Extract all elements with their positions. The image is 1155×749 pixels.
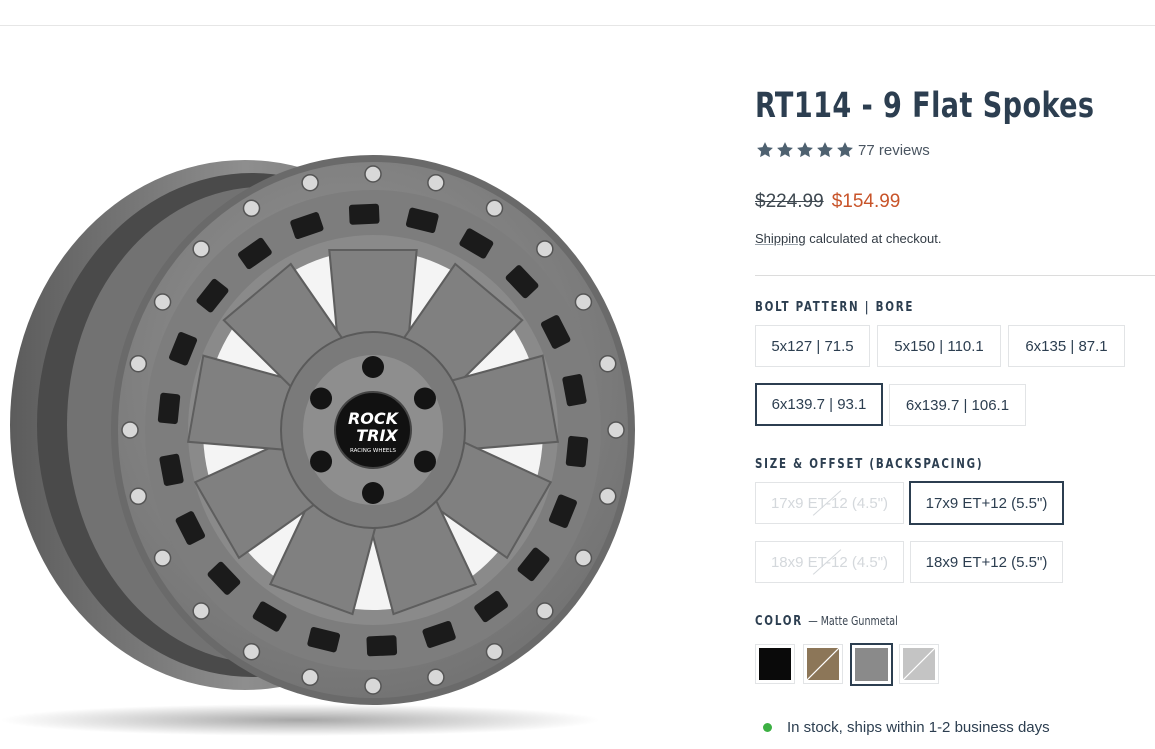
size-option-0[interactable]: 17x9 ET-12 (4.5") [755, 482, 904, 524]
color-swatch-black[interactable] [755, 644, 795, 684]
stock-status: In stock, ships within 1-2 business days [763, 719, 1050, 736]
bolt-option-0[interactable]: 5x127 | 71.5 [755, 325, 870, 367]
star-icon [797, 142, 813, 158]
bolt-option-3[interactable]: 6x139.7 | 93.1 [755, 383, 883, 426]
size-offset-label: SIZE & OFFSET (BACKSPACING) [755, 457, 984, 472]
color-swatch-bronze[interactable] [803, 644, 843, 684]
unavailable-strike [807, 648, 839, 680]
section-divider [755, 275, 1155, 276]
size-option-1[interactable]: 17x9 ET+12 (5.5") [909, 481, 1064, 525]
header-divider [0, 25, 1155, 26]
star-icon [757, 142, 773, 158]
logo-text: TRIX [356, 426, 398, 445]
shipping-text: calculated at checkout. [805, 231, 942, 246]
option-label: 18x9 ET+12 (5.5") [925, 553, 1048, 571]
swatch-fill [759, 648, 791, 680]
bolt-option-4[interactable]: 6x139.7 | 106.1 [889, 384, 1026, 426]
unavailable-strike [903, 648, 935, 680]
star-rating [755, 140, 855, 160]
swatch-fill [807, 648, 839, 680]
in-stock-dot-icon [763, 723, 772, 732]
selected-color-name: — Matte Gunmetal [808, 614, 898, 628]
product-image[interactable]: ROCK TRIX RACING WHEELS [0, 130, 660, 749]
option-label: 5x127 | 71.5 [771, 337, 854, 355]
option-label: 6x139.7 | 106.1 [905, 396, 1010, 414]
star-icon [837, 142, 853, 158]
option-label: 5x150 | 110.1 [894, 337, 984, 355]
swatch-fill [855, 648, 888, 681]
color-label: COLOR — Matte Gunmetal [755, 614, 898, 629]
star-icon [817, 142, 833, 158]
bolt-option-2[interactable]: 6x135 | 87.1 [1008, 325, 1125, 367]
shipping-note: Shipping calculated at checkout. [755, 231, 941, 246]
option-label: 6x139.7 | 93.1 [771, 396, 867, 413]
rating[interactable]: 77 reviews [755, 140, 930, 160]
bolt-pattern-label: BOLT PATTERN | BORE [755, 300, 915, 315]
compare-price: $224.99 [755, 191, 824, 212]
logo-text: RACING WHEELS [350, 448, 396, 454]
wheel-image: ROCKTRIXRACING WHEELS [0, 155, 635, 736]
option-label: 6x135 | 87.1 [1025, 337, 1108, 355]
price: $224.99 $154.99 [755, 191, 900, 213]
stock-text: In stock, ships within 1-2 business days [787, 719, 1050, 736]
size-option-2[interactable]: 18x9 ET-12 (4.5") [755, 541, 904, 583]
sale-price: $154.99 [831, 191, 901, 212]
option-label: 17x9 ET+12 (5.5") [925, 494, 1048, 512]
color-swatch-silver[interactable] [899, 644, 939, 684]
bolt-option-1[interactable]: 5x150 | 110.1 [877, 325, 1001, 367]
product-title: RT114 - 9 Flat Spokes [755, 86, 1095, 126]
option-label: 18x9 ET-12 (4.5") [770, 553, 889, 571]
reviews-link[interactable]: 77 reviews [858, 142, 930, 159]
option-label: 17x9 ET-12 (4.5") [770, 494, 889, 512]
shipping-link[interactable]: Shipping [755, 231, 806, 246]
swatch-fill [903, 648, 935, 680]
color-label-text: COLOR [755, 614, 803, 629]
color-swatch-gunmetal[interactable] [850, 643, 893, 686]
size-option-3[interactable]: 18x9 ET+12 (5.5") [910, 541, 1063, 583]
star-icon [777, 142, 793, 158]
